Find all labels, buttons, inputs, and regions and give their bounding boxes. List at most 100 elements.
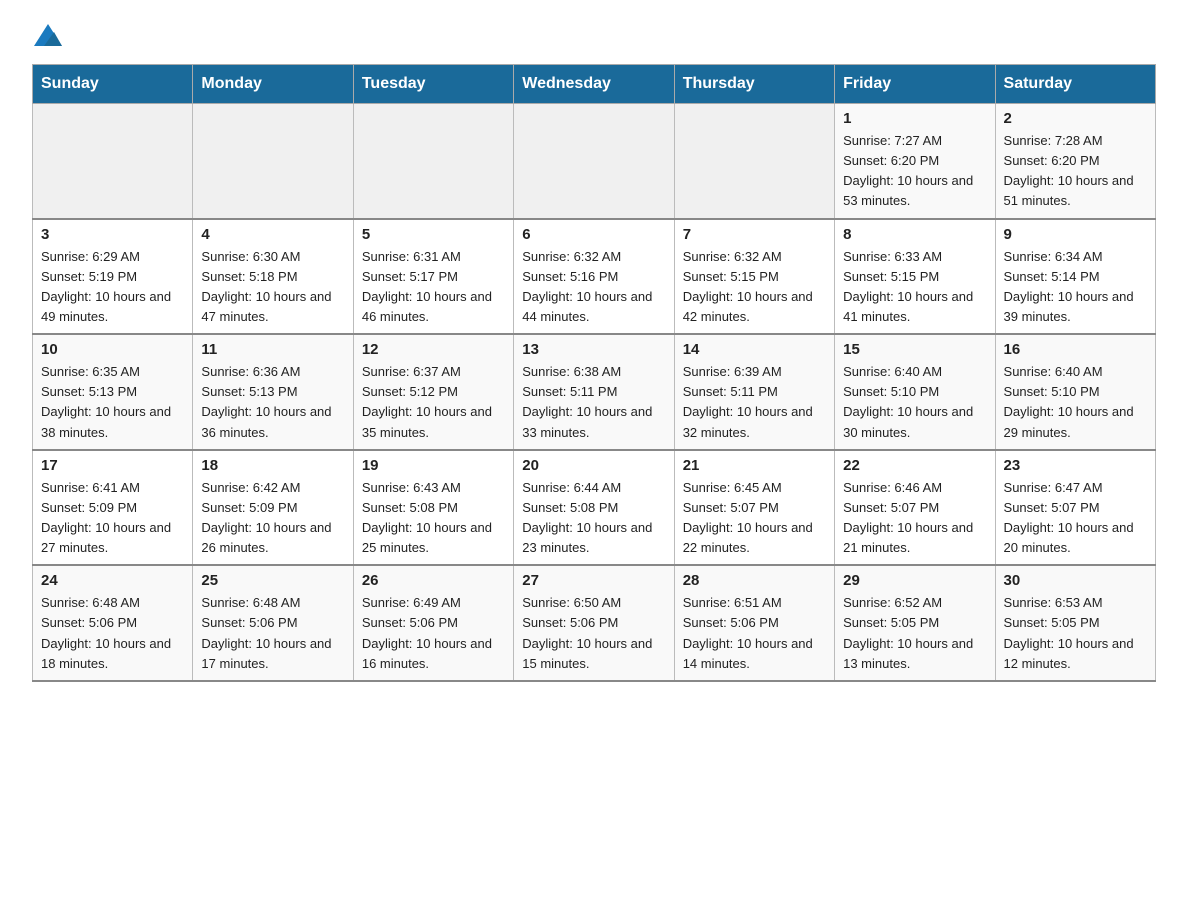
day-number: 3: [41, 226, 184, 243]
day-number: 12: [362, 341, 505, 358]
day-info: Sunrise: 6:35 AMSunset: 5:13 PMDaylight:…: [41, 362, 184, 443]
calendar-cell: [674, 104, 834, 219]
weekday-header-sunday: Sunday: [33, 65, 193, 104]
calendar-cell: 4 Sunrise: 6:30 AMSunset: 5:18 PMDaylight…: [193, 219, 353, 335]
day-info: Sunrise: 6:53 AMSunset: 5:05 PMDaylight:…: [1004, 593, 1147, 674]
calendar-cell: 23 Sunrise: 6:47 AMSunset: 5:07 PMDayligh…: [995, 450, 1155, 566]
calendar-cell: 16 Sunrise: 6:40 AMSunset: 5:10 PMDayligh…: [995, 334, 1155, 450]
day-info: Sunrise: 6:29 AMSunset: 5:19 PMDaylight:…: [41, 247, 184, 328]
page-header: [32, 24, 1156, 46]
calendar-cell: [33, 104, 193, 219]
day-number: 6: [522, 226, 665, 243]
calendar-cell: [353, 104, 513, 219]
calendar-cell: 1Sunrise: 7:27 AMSunset: 6:20 PMDaylight…: [835, 104, 995, 219]
day-info: Sunrise: 6:44 AMSunset: 5:08 PMDaylight:…: [522, 478, 665, 559]
weekday-header-thursday: Thursday: [674, 65, 834, 104]
day-info: Sunrise: 6:40 AMSunset: 5:10 PMDaylight:…: [843, 362, 986, 443]
day-info: Sunrise: 6:50 AMSunset: 5:06 PMDaylight:…: [522, 593, 665, 674]
day-number: 28: [683, 572, 826, 589]
weekday-header-saturday: Saturday: [995, 65, 1155, 104]
calendar-week-row: 3 Sunrise: 6:29 AMSunset: 5:19 PMDaylight…: [33, 219, 1156, 335]
logo-area: [32, 24, 64, 46]
day-number: 7: [683, 226, 826, 243]
day-number: 13: [522, 341, 665, 358]
day-number: 26: [362, 572, 505, 589]
day-info: Sunrise: 6:45 AMSunset: 5:07 PMDaylight:…: [683, 478, 826, 559]
day-number: 11: [201, 341, 344, 358]
day-info: Sunrise: 6:49 AMSunset: 5:06 PMDaylight:…: [362, 593, 505, 674]
day-number: 17: [41, 457, 184, 474]
day-info: Sunrise: 6:36 AMSunset: 5:13 PMDaylight:…: [201, 362, 344, 443]
calendar-cell: 10 Sunrise: 6:35 AMSunset: 5:13 PMDayligh…: [33, 334, 193, 450]
calendar-cell: [193, 104, 353, 219]
day-info: Sunrise: 6:48 AMSunset: 5:06 PMDaylight:…: [201, 593, 344, 674]
day-number: 5: [362, 226, 505, 243]
day-number: 20: [522, 457, 665, 474]
day-info: Sunrise: 6:32 AMSunset: 5:16 PMDaylight:…: [522, 247, 665, 328]
calendar-cell: 22 Sunrise: 6:46 AMSunset: 5:07 PMDayligh…: [835, 450, 995, 566]
day-info: Sunrise: 6:43 AMSunset: 5:08 PMDaylight:…: [362, 478, 505, 559]
calendar-cell: 24 Sunrise: 6:48 AMSunset: 5:06 PMDayligh…: [33, 565, 193, 681]
day-number: 19: [362, 457, 505, 474]
day-info: Sunrise: 6:47 AMSunset: 5:07 PMDaylight:…: [1004, 478, 1147, 559]
day-number: 29: [843, 572, 986, 589]
day-info: Sunrise: 7:28 AMSunset: 6:20 PMDaylight:…: [1004, 131, 1147, 212]
calendar-cell: 18 Sunrise: 6:42 AMSunset: 5:09 PMDayligh…: [193, 450, 353, 566]
day-info: Sunrise: 6:42 AMSunset: 5:09 PMDaylight:…: [201, 478, 344, 559]
day-number: 10: [41, 341, 184, 358]
day-info: Sunrise: 6:38 AMSunset: 5:11 PMDaylight:…: [522, 362, 665, 443]
calendar-cell: 3 Sunrise: 6:29 AMSunset: 5:19 PMDaylight…: [33, 219, 193, 335]
day-info: Sunrise: 6:41 AMSunset: 5:09 PMDaylight:…: [41, 478, 184, 559]
calendar-cell: 20 Sunrise: 6:44 AMSunset: 5:08 PMDayligh…: [514, 450, 674, 566]
calendar-cell: 27 Sunrise: 6:50 AMSunset: 5:06 PMDayligh…: [514, 565, 674, 681]
weekday-header-monday: Monday: [193, 65, 353, 104]
day-info: Sunrise: 6:39 AMSunset: 5:11 PMDaylight:…: [683, 362, 826, 443]
day-number: 21: [683, 457, 826, 474]
calendar-cell: 15 Sunrise: 6:40 AMSunset: 5:10 PMDayligh…: [835, 334, 995, 450]
day-number: 25: [201, 572, 344, 589]
calendar-cell: 8 Sunrise: 6:33 AMSunset: 5:15 PMDaylight…: [835, 219, 995, 335]
calendar-cell: 29 Sunrise: 6:52 AMSunset: 5:05 PMDayligh…: [835, 565, 995, 681]
day-info: Sunrise: 6:30 AMSunset: 5:18 PMDaylight:…: [201, 247, 344, 328]
calendar-table: SundayMondayTuesdayWednesdayThursdayFrid…: [32, 64, 1156, 682]
day-number: 2: [1004, 110, 1147, 127]
calendar-cell: 12 Sunrise: 6:37 AMSunset: 5:12 PMDayligh…: [353, 334, 513, 450]
day-number: 27: [522, 572, 665, 589]
day-number: 24: [41, 572, 184, 589]
day-info: Sunrise: 6:48 AMSunset: 5:06 PMDaylight:…: [41, 593, 184, 674]
day-number: 18: [201, 457, 344, 474]
day-number: 4: [201, 226, 344, 243]
calendar-cell: 6 Sunrise: 6:32 AMSunset: 5:16 PMDaylight…: [514, 219, 674, 335]
day-info: Sunrise: 6:34 AMSunset: 5:14 PMDaylight:…: [1004, 247, 1147, 328]
day-number: 8: [843, 226, 986, 243]
day-info: Sunrise: 6:37 AMSunset: 5:12 PMDaylight:…: [362, 362, 505, 443]
calendar-cell: 25 Sunrise: 6:48 AMSunset: 5:06 PMDayligh…: [193, 565, 353, 681]
day-info: Sunrise: 6:31 AMSunset: 5:17 PMDaylight:…: [362, 247, 505, 328]
calendar-cell: 14Sunrise: 6:39 AMSunset: 5:11 PMDayligh…: [674, 334, 834, 450]
calendar-cell: 5 Sunrise: 6:31 AMSunset: 5:17 PMDaylight…: [353, 219, 513, 335]
weekday-header-friday: Friday: [835, 65, 995, 104]
calendar-week-row: 10 Sunrise: 6:35 AMSunset: 5:13 PMDayligh…: [33, 334, 1156, 450]
calendar-cell: 26 Sunrise: 6:49 AMSunset: 5:06 PMDayligh…: [353, 565, 513, 681]
calendar-cell: 7 Sunrise: 6:32 AMSunset: 5:15 PMDaylight…: [674, 219, 834, 335]
day-number: 16: [1004, 341, 1147, 358]
day-info: Sunrise: 6:32 AMSunset: 5:15 PMDaylight:…: [683, 247, 826, 328]
calendar-week-row: 17 Sunrise: 6:41 AMSunset: 5:09 PMDayligh…: [33, 450, 1156, 566]
day-number: 23: [1004, 457, 1147, 474]
day-info: Sunrise: 6:46 AMSunset: 5:07 PMDaylight:…: [843, 478, 986, 559]
calendar-cell: 13 Sunrise: 6:38 AMSunset: 5:11 PMDayligh…: [514, 334, 674, 450]
day-number: 15: [843, 341, 986, 358]
weekday-header-tuesday: Tuesday: [353, 65, 513, 104]
day-info: Sunrise: 6:52 AMSunset: 5:05 PMDaylight:…: [843, 593, 986, 674]
day-info: Sunrise: 6:40 AMSunset: 5:10 PMDaylight:…: [1004, 362, 1147, 443]
calendar-cell: 17 Sunrise: 6:41 AMSunset: 5:09 PMDayligh…: [33, 450, 193, 566]
day-info: Sunrise: 6:33 AMSunset: 5:15 PMDaylight:…: [843, 247, 986, 328]
calendar-cell: 21 Sunrise: 6:45 AMSunset: 5:07 PMDayligh…: [674, 450, 834, 566]
day-info: Sunrise: 7:27 AMSunset: 6:20 PMDaylight:…: [843, 131, 986, 212]
calendar-week-row: 24 Sunrise: 6:48 AMSunset: 5:06 PMDayligh…: [33, 565, 1156, 681]
logo-icon: [34, 24, 62, 46]
calendar-cell: 2 Sunrise: 7:28 AMSunset: 6:20 PMDaylight…: [995, 104, 1155, 219]
day-number: 22: [843, 457, 986, 474]
weekday-header-wednesday: Wednesday: [514, 65, 674, 104]
weekday-header-row: SundayMondayTuesdayWednesdayThursdayFrid…: [33, 65, 1156, 104]
